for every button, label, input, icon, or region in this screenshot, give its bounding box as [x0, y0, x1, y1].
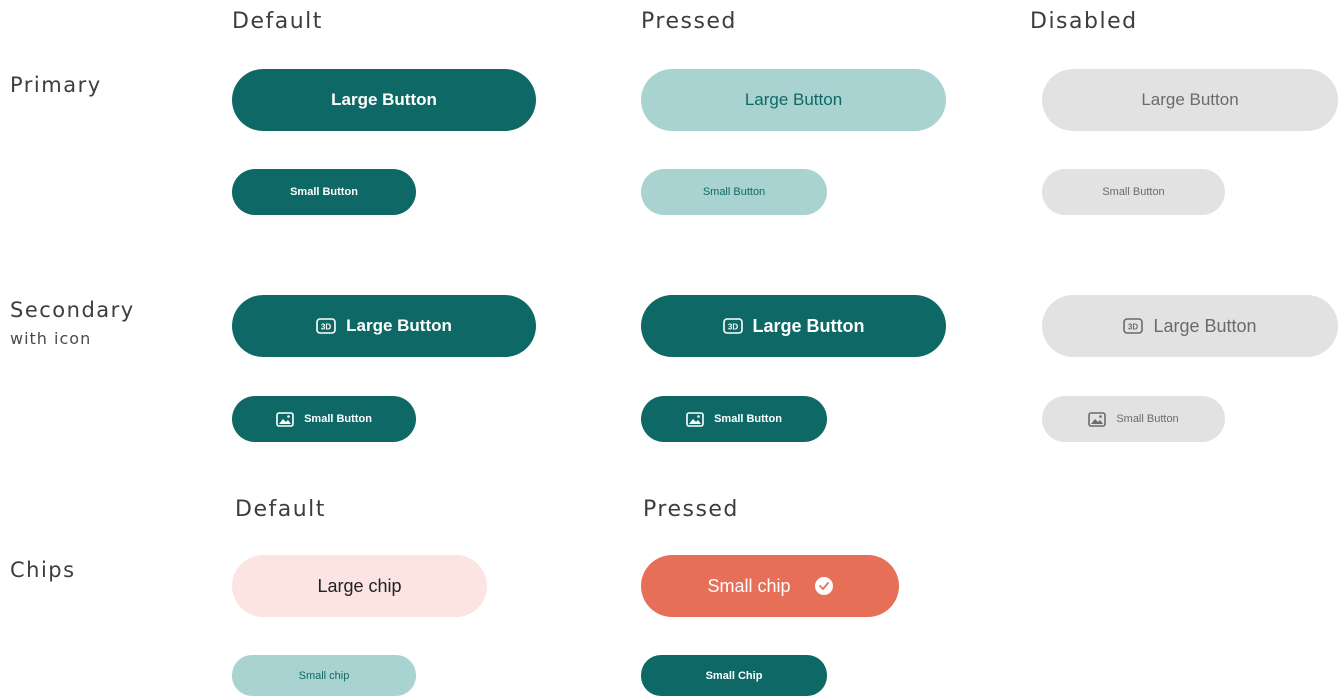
button-label: Large Button [1141, 90, 1239, 109]
svg-text:3D: 3D [1128, 323, 1138, 332]
chip-label: Large chip [317, 575, 402, 596]
button-label: Small Button [702, 186, 766, 198]
primary-large-button-pressed[interactable]: Large Button [641, 69, 946, 131]
secondary-large-button-default[interactable]: 3D Large Button [232, 295, 536, 357]
secondary-small-button-default[interactable]: Small Button [232, 396, 416, 442]
button-label: Large Button [346, 316, 452, 335]
secondary-large-button-disabled[interactable]: 3D Large Button [1042, 295, 1338, 357]
button-label: Large Button [752, 315, 865, 336]
image-icon [686, 411, 704, 427]
chip-column-header-pressed: Pressed [643, 497, 739, 522]
svg-text:3D: 3D [727, 323, 737, 332]
3d-icon: 3D [722, 318, 743, 334]
chip-label: Small chip [707, 575, 791, 596]
image-icon [1088, 411, 1107, 427]
column-header-default: Default [232, 9, 323, 34]
3d-icon: 3D [1123, 318, 1144, 334]
chip-label: Small chip [298, 669, 350, 682]
large-chip-default[interactable]: Large chip [232, 555, 487, 617]
row-label-chips: Chips [10, 558, 76, 582]
row-label-secondary: Secondary [10, 298, 135, 322]
3d-icon: 3D [316, 318, 336, 334]
chip-label: Small Chip [705, 669, 763, 682]
small-chip-default[interactable]: Small chip [232, 655, 416, 696]
image-icon [276, 411, 294, 427]
row-label-primary: Primary [10, 73, 102, 97]
column-header-pressed: Pressed [641, 9, 737, 34]
button-label: Small Button [290, 186, 358, 198]
small-chip-pressed[interactable]: Small Chip [641, 655, 827, 696]
button-label: Large Button [1153, 315, 1257, 336]
column-header-disabled: Disabled [1030, 9, 1138, 34]
button-label: Small Button [714, 413, 782, 425]
primary-small-button-default[interactable]: Small Button [232, 169, 416, 215]
primary-large-button-disabled[interactable]: Large Button [1042, 69, 1338, 131]
secondary-large-button-pressed[interactable]: 3D Large Button [641, 295, 946, 357]
primary-large-button-default[interactable]: Large Button [232, 69, 536, 131]
large-chip-pressed[interactable]: Small chip [641, 555, 899, 617]
check-icon [814, 577, 833, 595]
button-label: Large Button [744, 90, 843, 109]
chip-column-header-default: Default [235, 497, 326, 522]
button-label: Small Button [1102, 186, 1165, 198]
primary-small-button-disabled[interactable]: Small Button [1042, 169, 1225, 215]
row-sublabel-with-icon: with icon [10, 329, 92, 348]
button-label: Small Button [304, 413, 372, 425]
primary-small-button-pressed[interactable]: Small Button [641, 169, 827, 215]
button-label: Small Button [1116, 413, 1179, 425]
svg-text:3D: 3D [321, 323, 331, 332]
button-label: Large Button [331, 90, 437, 109]
secondary-small-button-disabled[interactable]: Small Button [1042, 396, 1225, 442]
secondary-small-button-pressed[interactable]: Small Button [641, 396, 827, 442]
